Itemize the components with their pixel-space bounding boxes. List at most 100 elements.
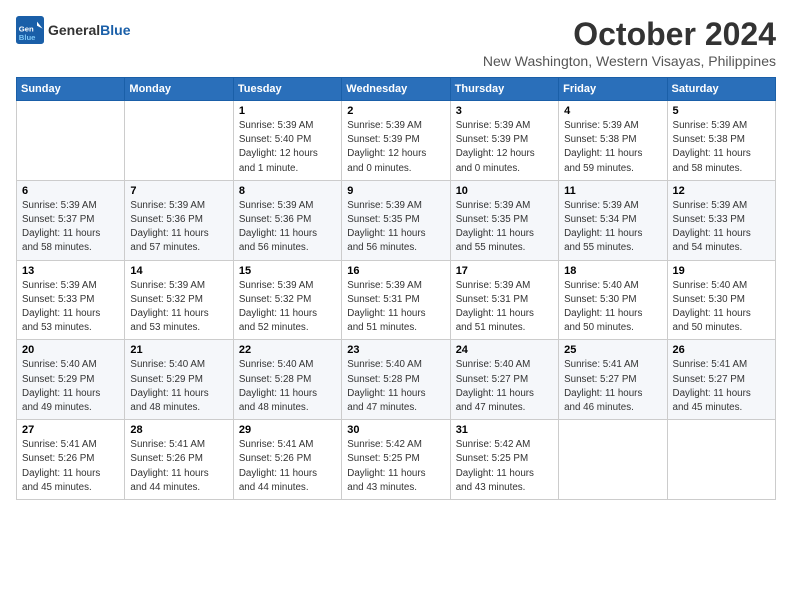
calendar-cell: 25 Sunrise: 5:41 AMSunset: 5:27 PMDayligh…	[559, 340, 667, 420]
day-number: 3	[456, 105, 553, 117]
day-detail: Sunrise: 5:39 AMSunset: 5:33 PMDaylight:…	[673, 199, 770, 256]
calendar-cell: 16Sunrise: 5:39 AMSunset: 5:31 PMDayligh…	[342, 260, 450, 340]
logo-icon: Gen Blue	[16, 16, 44, 44]
weekday-header-sunday: Sunday	[17, 78, 125, 101]
day-detail: Sunrise: 5:39 AMSunset: 5:39 PMDaylight:…	[347, 119, 444, 176]
day-number: 10	[456, 185, 553, 197]
day-number: 29	[239, 424, 336, 436]
page-header: Gen Blue General Blue October 2024 New W…	[16, 16, 776, 69]
day-detail: Sunrise: 5:39 AMSunset: 5:32 PMDaylight:…	[130, 279, 227, 336]
day-number: 9	[347, 185, 444, 197]
day-number: 21	[130, 344, 227, 356]
day-detail: Sunrise: 5:41 AMSunset: 5:26 PMDaylight:…	[239, 438, 336, 495]
calendar-cell: 24 Sunrise: 5:40 AMSunset: 5:27 PMDayligh…	[450, 340, 558, 420]
logo-text-general: General	[48, 22, 100, 38]
weekday-header-monday: Monday	[125, 78, 233, 101]
day-number: 31	[456, 424, 553, 436]
calendar-cell: 4Sunrise: 5:39 AMSunset: 5:38 PMDaylight…	[559, 101, 667, 181]
calendar-cell: 29 Sunrise: 5:41 AMSunset: 5:26 PMDayligh…	[233, 420, 341, 500]
calendar-cell: 22Sunrise: 5:40 AMSunset: 5:28 PMDayligh…	[233, 340, 341, 420]
calendar-week-row: 1 Sunrise: 5:39 AMSunset: 5:40 PMDaylight…	[17, 101, 776, 181]
location-title: New Washington, Western Visayas, Philipp…	[483, 53, 776, 69]
calendar-cell: 13Sunrise: 5:39 AMSunset: 5:33 PMDayligh…	[17, 260, 125, 340]
calendar-cell: 10Sunrise: 5:39 AMSunset: 5:35 PMDayligh…	[450, 180, 558, 260]
calendar-cell	[667, 420, 775, 500]
day-number: 16	[347, 265, 444, 277]
day-detail: Sunrise: 5:40 AMSunset: 5:27 PMDaylight:…	[456, 358, 553, 415]
day-detail: Sunrise: 5:41 AMSunset: 5:26 PMDaylight:…	[22, 438, 119, 495]
day-number: 28	[130, 424, 227, 436]
calendar-cell	[559, 420, 667, 500]
day-detail: Sunrise: 5:42 AMSunset: 5:25 PMDaylight:…	[347, 438, 444, 495]
day-detail: Sunrise: 5:40 AMSunset: 5:29 PMDaylight:…	[22, 358, 119, 415]
day-number: 23	[347, 344, 444, 356]
day-number: 19	[673, 265, 770, 277]
calendar-cell: 1 Sunrise: 5:39 AMSunset: 5:40 PMDaylight…	[233, 101, 341, 181]
calendar-cell: 23 Sunrise: 5:40 AMSunset: 5:28 PMDayligh…	[342, 340, 450, 420]
calendar-cell: 8 Sunrise: 5:39 AMSunset: 5:36 PMDaylight…	[233, 180, 341, 260]
day-number: 30	[347, 424, 444, 436]
weekday-header-friday: Friday	[559, 78, 667, 101]
day-number: 12	[673, 185, 770, 197]
day-number: 18	[564, 265, 661, 277]
day-detail: Sunrise: 5:39 AMSunset: 5:36 PMDaylight:…	[130, 199, 227, 256]
day-detail: Sunrise: 5:39 AMSunset: 5:36 PMDaylight:…	[239, 199, 336, 256]
day-detail: Sunrise: 5:40 AMSunset: 5:29 PMDaylight:…	[130, 358, 227, 415]
calendar-cell: 20 Sunrise: 5:40 AMSunset: 5:29 PMDayligh…	[17, 340, 125, 420]
weekday-header-thursday: Thursday	[450, 78, 558, 101]
day-number: 17	[456, 265, 553, 277]
day-number: 20	[22, 344, 119, 356]
day-number: 6	[22, 185, 119, 197]
calendar-cell	[17, 101, 125, 181]
calendar-cell: 6 Sunrise: 5:39 AMSunset: 5:37 PMDaylight…	[17, 180, 125, 260]
calendar-cell: 15 Sunrise: 5:39 AMSunset: 5:32 PMDayligh…	[233, 260, 341, 340]
day-number: 14	[130, 265, 227, 277]
calendar-week-row: 27Sunrise: 5:41 AMSunset: 5:26 PMDayligh…	[17, 420, 776, 500]
calendar-week-row: 6 Sunrise: 5:39 AMSunset: 5:37 PMDaylight…	[17, 180, 776, 260]
day-detail: Sunrise: 5:39 AMSunset: 5:34 PMDaylight:…	[564, 199, 661, 256]
day-number: 5	[673, 105, 770, 117]
day-number: 15	[239, 265, 336, 277]
day-detail: Sunrise: 5:41 AMSunset: 5:27 PMDaylight:…	[564, 358, 661, 415]
day-detail: Sunrise: 5:41 AMSunset: 5:27 PMDaylight:…	[673, 358, 770, 415]
day-detail: Sunrise: 5:40 AMSunset: 5:28 PMDaylight:…	[239, 358, 336, 415]
day-detail: Sunrise: 5:39 AMSunset: 5:38 PMDaylight:…	[673, 119, 770, 176]
day-detail: Sunrise: 5:41 AMSunset: 5:26 PMDaylight:…	[130, 438, 227, 495]
day-number: 2	[347, 105, 444, 117]
day-number: 8	[239, 185, 336, 197]
weekday-header-tuesday: Tuesday	[233, 78, 341, 101]
calendar-cell: 30 Sunrise: 5:42 AMSunset: 5:25 PMDayligh…	[342, 420, 450, 500]
day-detail: Sunrise: 5:39 AMSunset: 5:31 PMDaylight:…	[456, 279, 553, 336]
day-detail: Sunrise: 5:40 AMSunset: 5:28 PMDaylight:…	[347, 358, 444, 415]
day-detail: Sunrise: 5:39 AMSunset: 5:32 PMDaylight:…	[239, 279, 336, 336]
day-detail: Sunrise: 5:42 AMSunset: 5:25 PMDaylight:…	[456, 438, 553, 495]
calendar-cell: 2 Sunrise: 5:39 AMSunset: 5:39 PMDaylight…	[342, 101, 450, 181]
svg-text:Gen: Gen	[19, 24, 34, 33]
calendar-cell: 18 Sunrise: 5:40 AMSunset: 5:30 PMDayligh…	[559, 260, 667, 340]
calendar-cell: 19Sunrise: 5:40 AMSunset: 5:30 PMDayligh…	[667, 260, 775, 340]
svg-text:Blue: Blue	[19, 33, 36, 42]
day-number: 25	[564, 344, 661, 356]
calendar-cell: 26 Sunrise: 5:41 AMSunset: 5:27 PMDayligh…	[667, 340, 775, 420]
day-number: 11	[564, 185, 661, 197]
day-number: 24	[456, 344, 553, 356]
day-number: 26	[673, 344, 770, 356]
day-number: 13	[22, 265, 119, 277]
day-detail: Sunrise: 5:39 AMSunset: 5:40 PMDaylight:…	[239, 119, 336, 176]
calendar-cell: 7Sunrise: 5:39 AMSunset: 5:36 PMDaylight…	[125, 180, 233, 260]
title-area: October 2024 New Washington, Western Vis…	[483, 16, 776, 69]
calendar-cell: 9Sunrise: 5:39 AMSunset: 5:35 PMDaylight…	[342, 180, 450, 260]
day-number: 4	[564, 105, 661, 117]
calendar-cell: 14 Sunrise: 5:39 AMSunset: 5:32 PMDayligh…	[125, 260, 233, 340]
calendar-cell: 17 Sunrise: 5:39 AMSunset: 5:31 PMDayligh…	[450, 260, 558, 340]
calendar-cell: 5 Sunrise: 5:39 AMSunset: 5:38 PMDaylight…	[667, 101, 775, 181]
calendar-cell: 11 Sunrise: 5:39 AMSunset: 5:34 PMDayligh…	[559, 180, 667, 260]
calendar-week-row: 20 Sunrise: 5:40 AMSunset: 5:29 PMDayligh…	[17, 340, 776, 420]
logo-text-blue: Blue	[100, 22, 130, 38]
day-detail: Sunrise: 5:39 AMSunset: 5:37 PMDaylight:…	[22, 199, 119, 256]
day-detail: Sunrise: 5:40 AMSunset: 5:30 PMDaylight:…	[564, 279, 661, 336]
weekday-header-row: SundayMondayTuesdayWednesdayThursdayFrid…	[17, 78, 776, 101]
day-number: 1	[239, 105, 336, 117]
calendar-table: SundayMondayTuesdayWednesdayThursdayFrid…	[16, 77, 776, 500]
logo: Gen Blue General Blue	[16, 16, 130, 44]
